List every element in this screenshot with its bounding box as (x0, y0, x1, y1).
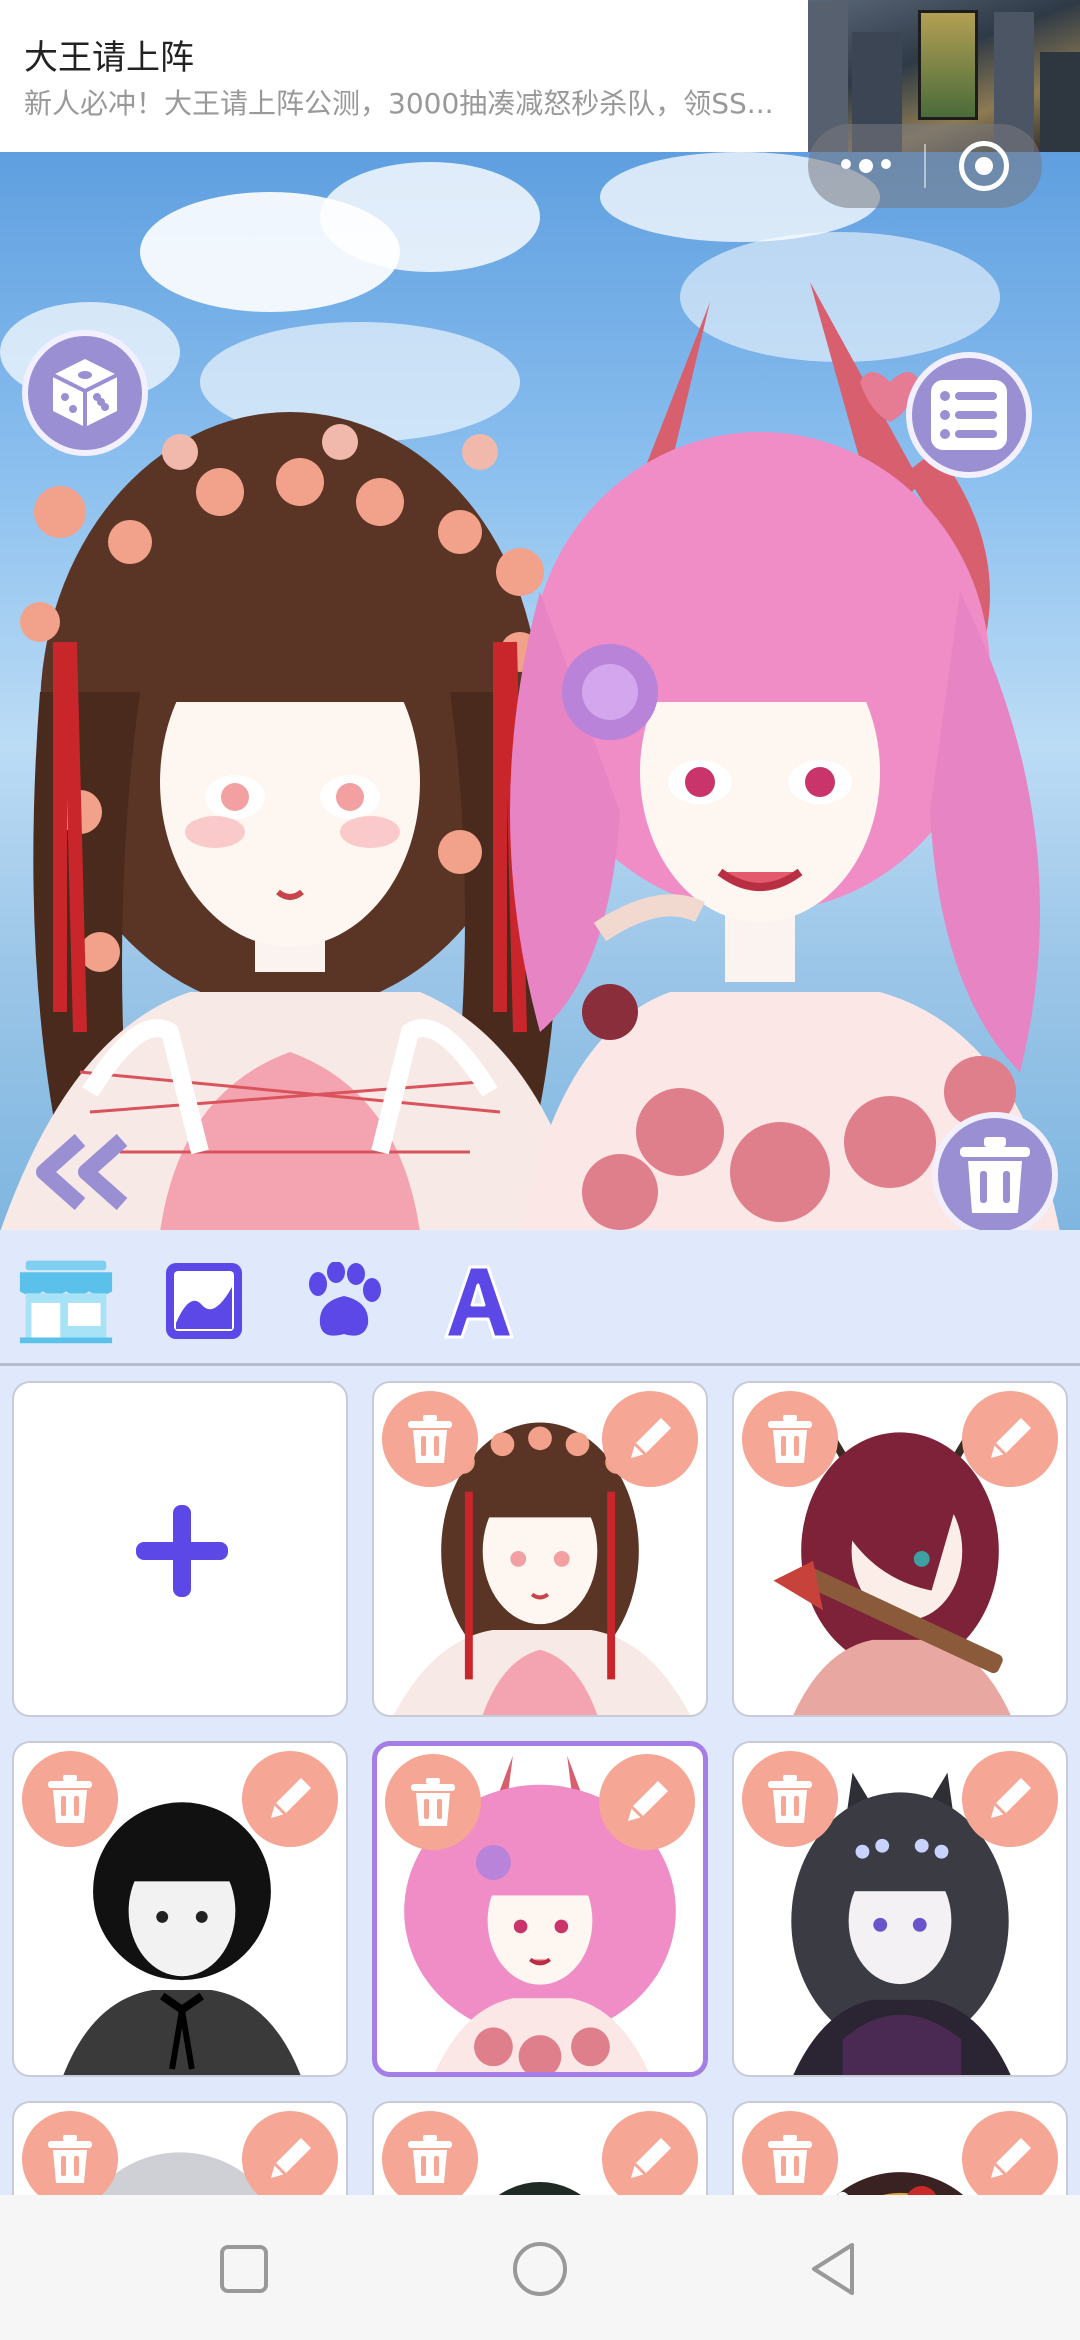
avatar-card-silver-hair-girl[interactable] (12, 2101, 348, 2195)
pencil-icon (991, 2138, 1031, 2178)
delete-avatar-button[interactable] (742, 1751, 838, 1847)
paw-icon (309, 1262, 381, 1336)
tab-text[interactable] (430, 1256, 526, 1346)
edit-avatar-button[interactable] (242, 1751, 338, 1847)
list-menu-button[interactable] (906, 352, 1032, 478)
pencil-icon (631, 1418, 671, 1458)
trash-icon (48, 1775, 92, 1823)
miniprogram-capsule (808, 124, 1042, 208)
dice-icon (52, 359, 118, 427)
delete-avatar-button[interactable] (385, 1754, 481, 1850)
dressup-canvas[interactable] (0, 152, 1080, 1230)
trash-icon (408, 1415, 452, 1463)
trash-icon (408, 2135, 452, 2183)
edit-avatar-button[interactable] (962, 1751, 1058, 1847)
trash-icon (411, 1778, 455, 1826)
system-nav-bar (0, 2195, 1080, 2340)
avatar-card-flower-crown-girl[interactable] (372, 1381, 708, 1717)
collapse-panel-button[interactable] (30, 1132, 140, 1212)
pencil-icon (991, 1778, 1031, 1818)
delete-avatar-button[interactable] (382, 1391, 478, 1487)
pencil-icon (271, 2138, 311, 2178)
trash-icon (48, 2135, 92, 2183)
category-toolbar (0, 1230, 1080, 1366)
avatar-card-antler-axe-girl[interactable] (732, 1381, 1068, 1717)
square-recent-icon[interactable] (212, 2237, 276, 2301)
tab-pets[interactable] (294, 1256, 390, 1346)
text-icon (444, 1265, 514, 1339)
delete-avatar-button[interactable] (742, 1391, 838, 1487)
avatar-card-pink-horned-girl[interactable] (372, 1741, 708, 2077)
edit-avatar-button[interactable] (602, 1391, 698, 1487)
avatar-card-fox-ear-girl[interactable] (732, 1741, 1068, 2077)
circle-home-icon[interactable] (508, 2237, 572, 2301)
trash-icon (768, 2135, 812, 2183)
trash-icon (768, 1415, 812, 1463)
plus-icon (136, 1505, 228, 1597)
more-dots-icon[interactable] (808, 159, 924, 173)
edit-avatar-button[interactable] (599, 1754, 695, 1850)
pencil-icon (271, 1778, 311, 1818)
pencil-icon (628, 1781, 668, 1821)
target-close-icon[interactable] (926, 141, 1042, 191)
random-dice-button[interactable] (22, 330, 148, 456)
avatar-grid (0, 1369, 1080, 2195)
avatar-card-rabbit-ornament-girl[interactable] (732, 2101, 1068, 2195)
tab-background[interactable] (156, 1256, 252, 1346)
triangle-back-icon[interactable] (802, 2237, 866, 2301)
avatar-card-monochrome-girl[interactable] (12, 1741, 348, 2077)
avatar-card-dark-hood-girl[interactable] (372, 2101, 708, 2195)
double-chevron-left-icon (36, 1134, 128, 1210)
background-image-icon (166, 1263, 242, 1339)
edit-avatar-button[interactable] (962, 1391, 1058, 1487)
trash-icon (768, 1775, 812, 1823)
trash-icon (960, 1137, 1030, 1213)
add-avatar-card[interactable] (12, 1381, 348, 1717)
shop-icon (19, 1260, 113, 1344)
pencil-icon (631, 2138, 671, 2178)
ad-title: 大王请上阵 (24, 38, 194, 78)
tab-shop[interactable] (18, 1256, 114, 1346)
delete-item-button[interactable] (932, 1112, 1058, 1230)
delete-avatar-button[interactable] (22, 1751, 118, 1847)
ad-subtitle: 新人必冲！大王请上阵公测，3000抽凑减怒秒杀队，领SS... (24, 87, 774, 120)
list-menu-icon (931, 380, 1007, 450)
pencil-icon (991, 1418, 1031, 1458)
